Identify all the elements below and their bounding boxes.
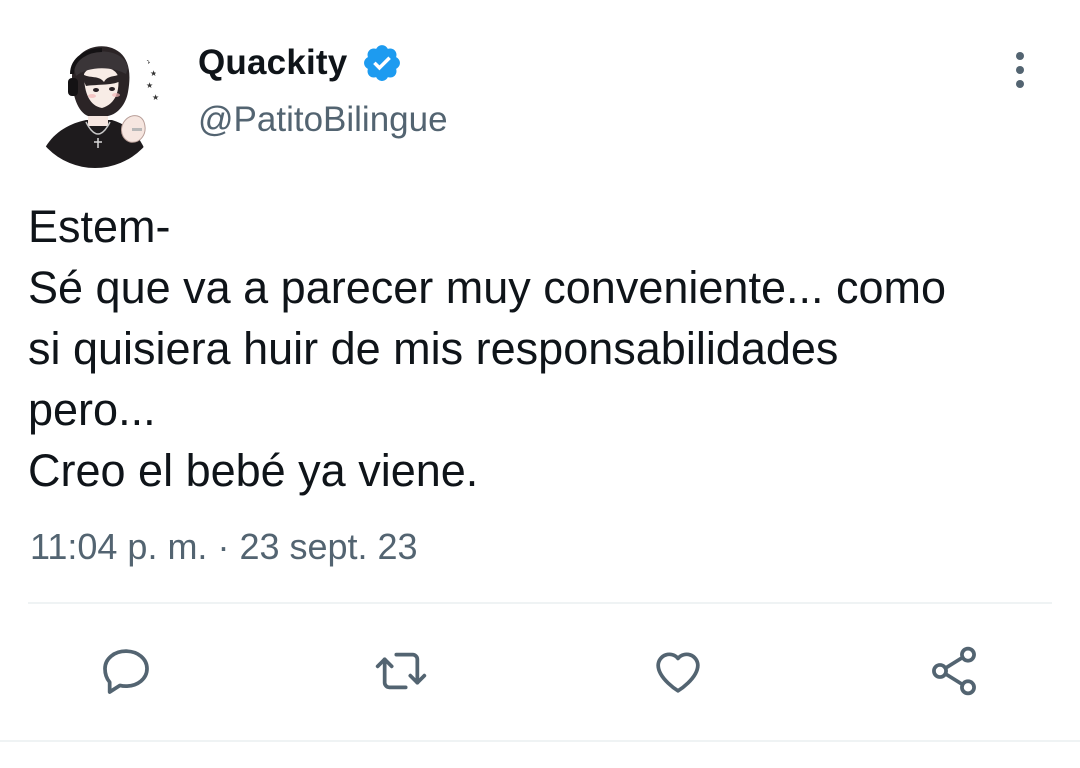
avatar-illustration: ★ ★ ★ ★ — [38, 46, 159, 168]
avatar[interactable]: ★ ★ ★ ★ — [28, 34, 162, 168]
bottom-divider — [0, 740, 1080, 742]
tweet-text-line: Creo el bebé ya viene. — [28, 445, 479, 496]
svg-text:★: ★ — [150, 69, 157, 78]
like-button[interactable] — [646, 636, 710, 706]
author-block: Quackity @PatitoBilingue — [198, 40, 448, 140]
retweet-icon — [375, 652, 427, 690]
reply-icon — [103, 649, 149, 694]
meta-separator: · — [217, 526, 230, 567]
svg-text:★: ★ — [146, 57, 154, 67]
share-icon — [932, 646, 976, 696]
tweet-date: 23 sept. 23 — [239, 526, 418, 567]
author-handle[interactable]: @PatitoBilingue — [198, 100, 448, 140]
tweet-card: ★ ★ ★ ★ Quackity @PatitoBilingue Estem- … — [0, 0, 1080, 768]
name-row: Quackity — [198, 40, 448, 86]
more-options-button[interactable] — [1000, 46, 1040, 94]
divider — [28, 602, 1052, 604]
svg-text:★: ★ — [146, 81, 153, 90]
tweet-time: 11:04 p. m. — [30, 526, 208, 567]
tweet-timestamp[interactable]: 11:04 p. m. · 23 sept. 23 — [30, 526, 418, 568]
display-name[interactable]: Quackity — [198, 43, 347, 83]
share-button[interactable] — [922, 636, 986, 706]
svg-text:★: ★ — [152, 93, 159, 102]
tweet-text: Estem- Sé que va a parecer muy convenien… — [28, 196, 1058, 501]
tweet-text-line: si quisiera huir de mis responsabilidade… — [28, 323, 839, 374]
action-bar — [0, 636, 1080, 706]
like-icon — [656, 652, 700, 693]
reply-button[interactable] — [94, 636, 158, 706]
tweet-text-line: Sé que va a parecer muy conveniente... c… — [28, 262, 947, 313]
more-vertical-icon — [1016, 52, 1024, 88]
tweet-text-line: pero... — [28, 384, 156, 435]
verified-badge-icon — [361, 42, 403, 84]
tweet-text-line: Estem- — [28, 201, 171, 252]
retweet-button[interactable] — [369, 636, 433, 706]
